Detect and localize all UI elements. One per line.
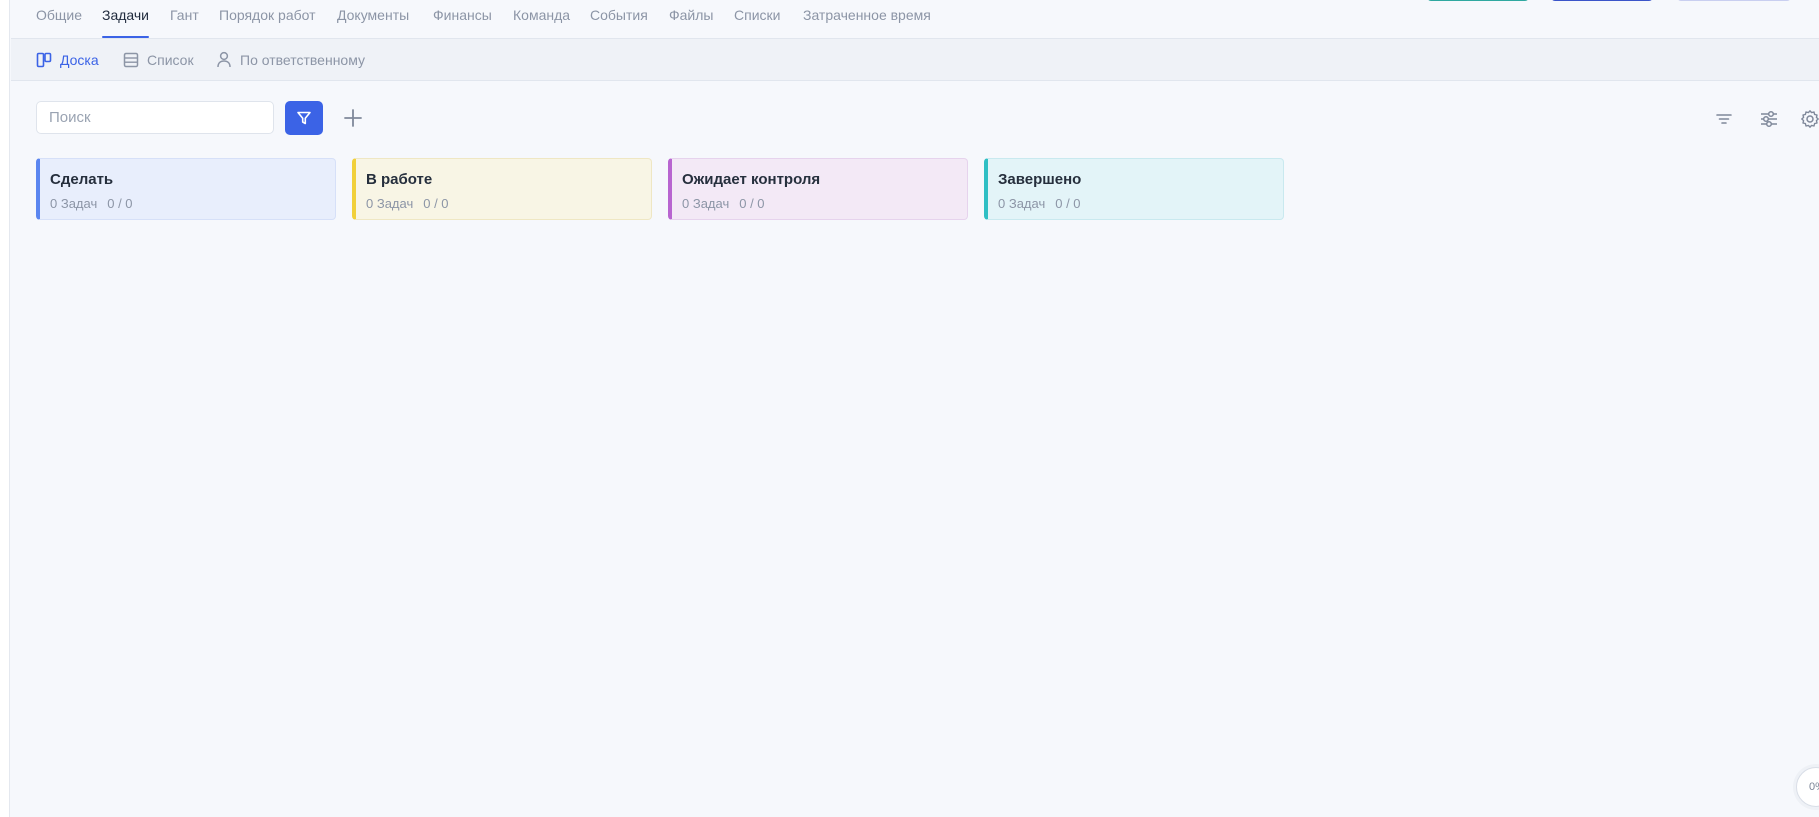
view-by-assignee-label: По ответственному xyxy=(240,51,365,68)
column-meta: 0 Задач 0 / 0 xyxy=(998,196,1081,211)
funnel-icon xyxy=(297,111,311,125)
column-meta: 0 Задач 0 / 0 xyxy=(366,196,449,211)
column-ratio: 0 / 0 xyxy=(107,196,133,211)
column-title: Сделать xyxy=(50,171,114,188)
tab-files[interactable]: Файлы xyxy=(669,0,713,38)
view-board-label: Доска xyxy=(60,51,99,68)
main-content: Общие Задачи Гант Порядок работ Документ… xyxy=(11,0,1819,817)
person-icon xyxy=(217,51,231,68)
column-ratio: 0 / 0 xyxy=(423,196,449,211)
list-icon xyxy=(123,52,139,67)
plus-icon xyxy=(344,109,362,127)
view-board[interactable]: Доска xyxy=(36,39,99,80)
settings-button[interactable] xyxy=(1797,106,1819,132)
project-tabs: Общие Задачи Гант Порядок работ Документ… xyxy=(11,0,1819,39)
column-meta: 0 Задач 0 / 0 xyxy=(682,196,765,211)
tab-general[interactable]: Общие xyxy=(36,0,82,38)
column-done[interactable]: Завершено 0 Задач 0 / 0 xyxy=(984,158,1284,220)
top-action-button-light[interactable] xyxy=(1677,0,1791,1)
column-title: Ожидает контроля xyxy=(682,171,821,188)
tab-time-spent[interactable]: Затраченное время xyxy=(803,0,931,38)
gear-icon xyxy=(1801,110,1819,128)
column-awaiting-review[interactable]: Ожидает контроля 0 Задач 0 / 0 xyxy=(668,158,968,220)
column-task-count: 0 Задач xyxy=(366,196,414,211)
column-ratio: 0 / 0 xyxy=(1055,196,1081,211)
left-sidebar-edge xyxy=(0,0,10,817)
column-meta: 0 Задач 0 / 0 xyxy=(50,196,133,211)
filter-button[interactable] xyxy=(285,101,323,135)
column-task-count: 0 Задач xyxy=(998,196,1046,211)
search-input[interactable] xyxy=(36,101,274,134)
view-switcher: Доска Список По ответственному xyxy=(11,39,1819,81)
column-task-count: 0 Задач xyxy=(682,196,730,211)
sort-button[interactable] xyxy=(1711,106,1737,132)
column-title: Завершено xyxy=(998,171,1082,188)
tab-team[interactable]: Команда xyxy=(513,0,570,38)
sliders-icon xyxy=(1761,110,1777,128)
tab-events[interactable]: События xyxy=(590,0,648,38)
tab-gantt[interactable]: Гант xyxy=(170,0,199,38)
display-settings-button[interactable] xyxy=(1756,106,1782,132)
add-task-button[interactable] xyxy=(339,104,367,132)
board-icon xyxy=(36,52,52,67)
tab-tasks[interactable]: Задачи xyxy=(102,0,150,38)
tab-documents[interactable]: Документы xyxy=(337,0,409,38)
view-by-assignee[interactable]: По ответственному xyxy=(216,39,365,80)
column-task-count: 0 Задач xyxy=(50,196,98,211)
column-todo[interactable]: Сделать 0 Задач 0 / 0 xyxy=(36,158,336,220)
tab-work-order[interactable]: Порядок работ xyxy=(219,0,316,38)
column-title: В работе xyxy=(366,171,433,188)
top-action-button-blue[interactable] xyxy=(1551,0,1653,1)
top-action-button-teal[interactable] xyxy=(1427,0,1529,1)
view-list[interactable]: Список xyxy=(123,39,194,80)
tab-finance[interactable]: Финансы xyxy=(433,0,492,38)
column-in-progress[interactable]: В работе 0 Задач 0 / 0 xyxy=(352,158,652,220)
view-list-label: Список xyxy=(147,51,194,68)
tab-lists[interactable]: Списки xyxy=(734,0,780,38)
column-ratio: 0 / 0 xyxy=(739,196,765,211)
sort-icon xyxy=(1716,114,1732,124)
